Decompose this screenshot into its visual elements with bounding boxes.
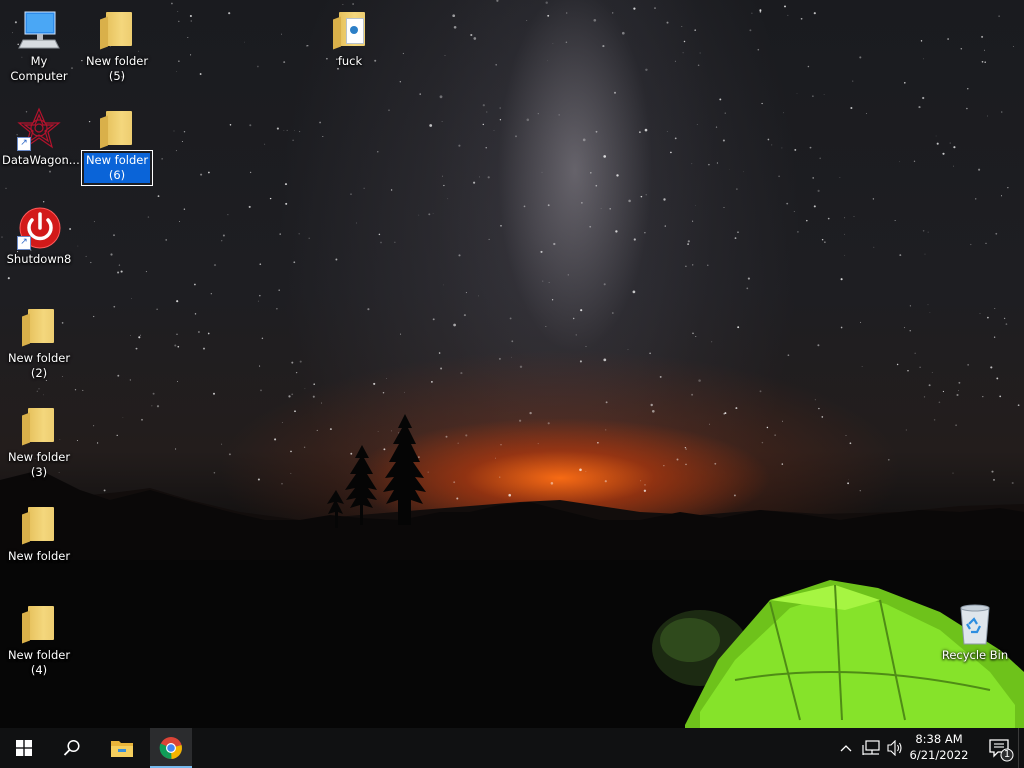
desktop-icon-new-folder-4[interactable]: New folder (4) (0, 602, 78, 678)
desktop-icon-label: New folder (5) (85, 54, 149, 83)
desktop-icon-recycle-bin[interactable]: Recycle Bin (936, 602, 1014, 663)
desktop-icon-label: My Computer (10, 54, 68, 83)
show-hidden-icons-button[interactable] (836, 728, 856, 768)
taskbar-chrome[interactable] (150, 728, 192, 768)
desktop-icon-my-computer[interactable]: My Computer (0, 8, 78, 84)
desktop-icon-label: Shutdown8 (6, 252, 72, 266)
network-icon (862, 740, 880, 755)
folder-icon (17, 305, 61, 349)
recycle-bin-icon (953, 602, 997, 646)
show-desktop-button[interactable] (1018, 728, 1024, 768)
search-button[interactable] (48, 728, 96, 768)
taskbar-file-explorer[interactable] (98, 728, 146, 768)
windows-logo-icon (16, 740, 32, 756)
taskbar: 8:38 AM 6/21/2022 1 (0, 728, 1024, 768)
search-icon (63, 739, 80, 756)
network-button[interactable] (860, 728, 882, 768)
desktop-icon-new-folder-2[interactable]: New folder (2) (0, 305, 78, 381)
desktop-icon-new-folder-3[interactable]: New folder (3) (0, 404, 78, 480)
folder-icon (17, 503, 61, 547)
desktop-icon-label: DataWagon... (2, 153, 80, 167)
shortcut-arrow-icon: ↗ (17, 137, 31, 151)
desktop-icon-shutdown8[interactable]: ↗ Shutdown8 (0, 206, 78, 267)
chevron-up-icon (840, 745, 852, 752)
start-button[interactable] (0, 728, 48, 768)
desktop-icon-label-editing[interactable]: New folder (6) (80, 150, 154, 186)
file-explorer-icon (111, 741, 133, 757)
power-icon: ↗ (17, 206, 61, 250)
folder-icon (17, 404, 61, 448)
action-center-button[interactable]: 1 (986, 736, 1016, 762)
datawagon-icon: ↗ (17, 107, 61, 151)
desktop-icon-label: Recycle Bin (941, 648, 1009, 662)
desktop-icon-new-folder[interactable]: New folder (0, 503, 78, 564)
clock-button[interactable]: 8:38 AM 6/21/2022 (906, 731, 972, 763)
computer-icon (17, 8, 61, 52)
chrome-icon (159, 737, 182, 759)
notification-count-badge: 1 (1003, 749, 1011, 760)
desktop-icon-label: fuck (337, 54, 363, 68)
desktop-icon-label: New folder (4) (7, 648, 71, 677)
desktop-icon-new-folder-6[interactable]: New folder (6) (78, 107, 156, 186)
speaker-icon (887, 740, 902, 756)
folder-icon (95, 8, 139, 52)
clock-time: 8:38 AM (915, 732, 963, 746)
shortcut-arrow-icon: ↗ (17, 236, 31, 250)
folder-icon (95, 107, 139, 151)
desktop-icon-datawagon[interactable]: ↗ DataWagon... (0, 107, 80, 168)
clock-date: 6/21/2022 (909, 748, 969, 762)
desktop-icon-fuck[interactable]: fuck (311, 8, 389, 69)
desktop-icon-new-folder-5[interactable]: New folder (5) (78, 8, 156, 84)
folder-with-document-icon (328, 8, 372, 52)
notification-icon (989, 739, 1014, 762)
desktop-icon-label: New folder (7, 549, 71, 563)
desktop-icon-label: New folder (2) (7, 351, 71, 380)
desktop-icon-label: New folder (3) (7, 450, 71, 479)
folder-icon (17, 602, 61, 646)
volume-button[interactable] (884, 728, 906, 768)
